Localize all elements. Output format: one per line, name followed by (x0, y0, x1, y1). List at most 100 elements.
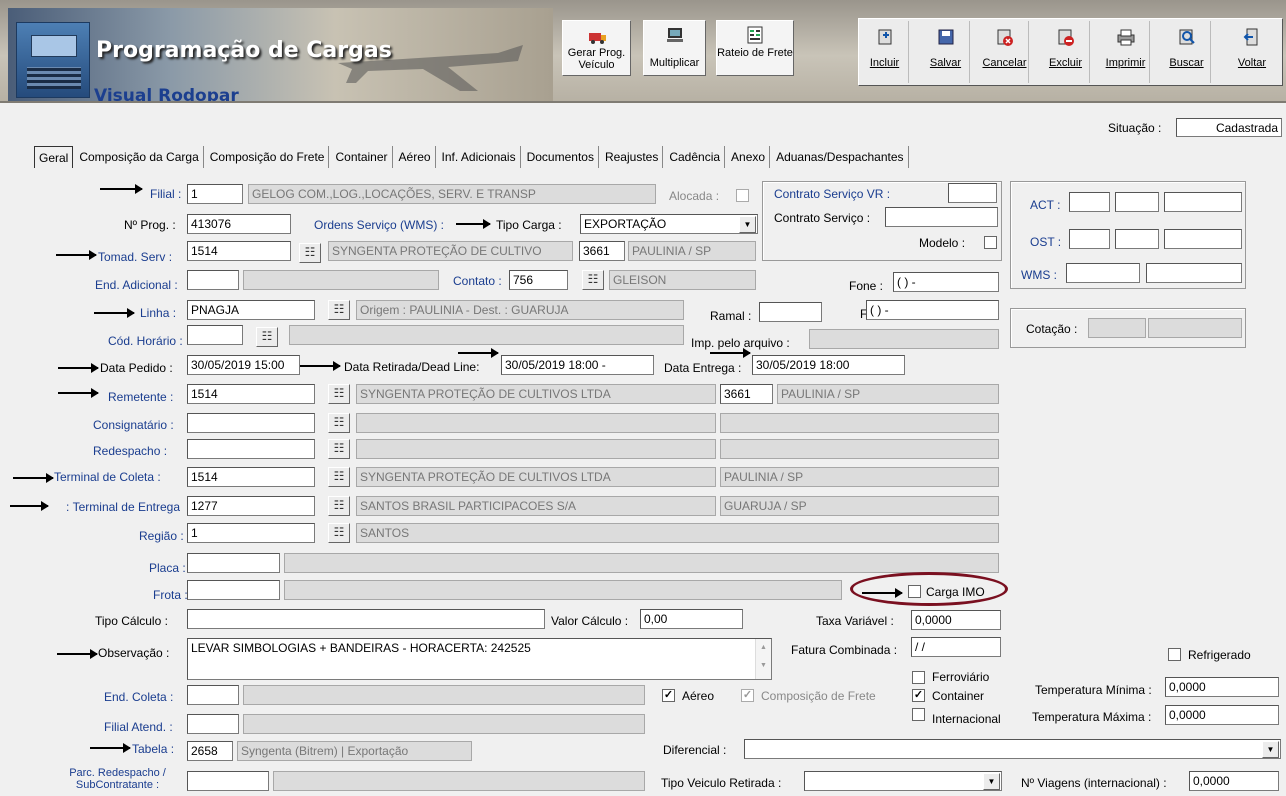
incluir-button[interactable]: Incluir (861, 21, 909, 83)
tab-reajustes[interactable]: Reajustes (601, 146, 664, 168)
internacional-checkbox[interactable] (912, 708, 925, 721)
end-coleta-input[interactable] (187, 685, 239, 705)
container-checkbox[interactable]: ✓ (912, 689, 925, 702)
valor-calculo-label: Valor Cálculo : (551, 614, 629, 628)
regiao-code-input[interactable]: 1 (187, 523, 315, 543)
contato-code-input[interactable]: 756 (509, 270, 568, 290)
nprog-input[interactable]: 413076 (187, 214, 291, 234)
tipo-veiculo-select[interactable]: ▼ (804, 771, 1002, 791)
redespacho-code-input[interactable] (187, 439, 315, 459)
chevron-down-icon[interactable]: ▼ (739, 216, 756, 233)
lookup-icon[interactable]: ☷ (328, 413, 350, 433)
linha-code-input[interactable]: PNAGJA (187, 300, 315, 320)
tab-inf-adicionais[interactable]: Inf. Adicionais (438, 146, 521, 168)
scrollbar[interactable]: ▲ ▼ (755, 639, 771, 679)
taxa-variavel-input[interactable]: 0,0000 (911, 610, 1001, 630)
salvar-button[interactable]: Salvar (922, 21, 970, 83)
refrigerado-checkbox[interactable] (1168, 648, 1181, 661)
data-entrega-input[interactable]: 30/05/2019 18:00 (752, 355, 905, 375)
ost-label: OST : (1030, 235, 1062, 249)
terminal-coleta-code-input[interactable]: 1514 (187, 467, 315, 487)
placa-input[interactable] (187, 553, 280, 573)
tab-aduanas[interactable]: Aduanas/Despachantes (772, 146, 909, 168)
act-label: ACT : (1030, 198, 1061, 212)
modelo-checkbox[interactable] (984, 236, 997, 249)
gerar-prog-veiculo-button[interactable]: Gerar Prog. Veículo (562, 20, 631, 76)
fax-input[interactable]: ( ) - (866, 300, 999, 320)
act-input-1[interactable] (1069, 192, 1110, 212)
ferroviario-checkbox[interactable] (912, 671, 925, 684)
chevron-down-icon[interactable]: ▼ (983, 773, 1000, 790)
contrato-vr-input[interactable] (948, 183, 997, 203)
nviagens-input[interactable]: 0,0000 (1189, 771, 1279, 791)
diferencial-select[interactable]: ▼ (744, 739, 1281, 759)
frota-input[interactable] (187, 580, 280, 600)
composicao-frete-checkbox[interactable]: ✓ (741, 689, 754, 702)
filial-code-input[interactable]: 1 (187, 184, 243, 204)
valor-calculo-input[interactable]: 0,00 (640, 609, 743, 629)
tomad-city-code-input[interactable]: 3661 (579, 241, 625, 261)
tabela-code-input[interactable]: 2658 (187, 741, 233, 761)
multiplicar-button[interactable]: Multiplicar (643, 20, 706, 76)
act-input-2[interactable] (1115, 192, 1159, 212)
lookup-icon[interactable]: ☷ (328, 384, 350, 404)
data-pedido-input[interactable]: 30/05/2019 15:00 (187, 355, 300, 375)
contato-label: Contato : (453, 274, 502, 288)
tab-documentos[interactable]: Documentos (523, 146, 599, 168)
contrato-servico-input[interactable] (885, 207, 998, 227)
tab-anexo[interactable]: Anexo (727, 146, 771, 168)
cod-horario-input[interactable] (187, 325, 243, 345)
temp-min-input[interactable]: 0,0000 (1165, 677, 1279, 697)
arrow-annotation (710, 348, 751, 358)
temp-max-input[interactable]: 0,0000 (1165, 705, 1279, 725)
lookup-icon[interactable]: ☷ (299, 243, 321, 263)
carga-imo-checkbox[interactable] (908, 585, 921, 598)
tab-geral[interactable]: Geral (34, 146, 74, 168)
remetente-code-input[interactable]: 1514 (187, 384, 315, 404)
lookup-icon[interactable]: ☷ (328, 467, 350, 487)
ost-input-1[interactable] (1069, 229, 1110, 249)
ramal-input[interactable] (759, 302, 822, 322)
lookup-icon[interactable]: ☷ (582, 270, 604, 290)
tipo-carga-select[interactable]: EXPORTAÇÃO ▼ (580, 214, 758, 234)
tomad-code-input[interactable]: 1514 (187, 241, 291, 261)
lookup-icon[interactable]: ☷ (328, 439, 350, 459)
alocada-checkbox[interactable] (736, 189, 749, 202)
fone-input[interactable]: ( ) - (893, 272, 999, 292)
wms-input-2[interactable] (1146, 263, 1242, 283)
fatura-input[interactable]: / / (911, 637, 1001, 657)
terminal-entrega-code-input[interactable]: 1277 (187, 496, 315, 516)
voltar-button[interactable]: Voltar (1224, 21, 1280, 83)
tab-aereo[interactable]: Aéreo (395, 146, 436, 168)
observacao-textarea[interactable]: LEVAR SIMBOLOGIAS + BANDEIRAS - HORACERT… (187, 638, 772, 680)
excluir-button[interactable]: Excluir (1042, 21, 1090, 83)
tab-composicao-carga[interactable]: Composição da Carga (75, 146, 204, 168)
lookup-icon[interactable]: ☷ (328, 523, 350, 543)
consignatario-code-input[interactable] (187, 413, 315, 433)
act-input-3[interactable] (1164, 192, 1242, 212)
tab-container[interactable]: Container (331, 146, 393, 168)
buscar-button[interactable]: Buscar (1163, 21, 1211, 83)
remetente-city-code-input[interactable]: 3661 (720, 384, 773, 404)
cancelar-button[interactable]: Cancelar (981, 21, 1029, 83)
crud-toolbar: Incluir Salvar Cancelar Excluir Imprimir… (858, 18, 1283, 86)
filial-atend-input[interactable] (187, 714, 239, 734)
end-coleta-field (243, 685, 645, 705)
ost-input-2[interactable] (1115, 229, 1159, 249)
parc-redespacho-input[interactable] (187, 771, 269, 791)
terminal-coleta-city-field: PAULINIA / SP (720, 467, 999, 487)
imprimir-button[interactable]: Imprimir (1102, 21, 1150, 83)
tipo-calculo-input[interactable] (187, 609, 545, 629)
end-adicional-input[interactable] (187, 270, 239, 290)
lookup-icon[interactable]: ☷ (328, 496, 350, 516)
ost-input-3[interactable] (1164, 229, 1242, 249)
wms-input-1[interactable] (1066, 263, 1140, 283)
aereo-checkbox[interactable]: ✓ (662, 689, 675, 702)
rateio-frete-button[interactable]: Rateio de Frete (716, 20, 794, 76)
chevron-down-icon[interactable]: ▼ (1262, 741, 1279, 758)
data-retirada-input[interactable]: 30/05/2019 18:00 - (501, 355, 654, 375)
tab-cadencia[interactable]: Cadência (665, 146, 726, 168)
lookup-icon[interactable]: ☷ (328, 300, 350, 320)
tab-composicao-frete[interactable]: Composição do Frete (206, 146, 330, 168)
lookup-icon[interactable]: ☷ (256, 327, 278, 347)
